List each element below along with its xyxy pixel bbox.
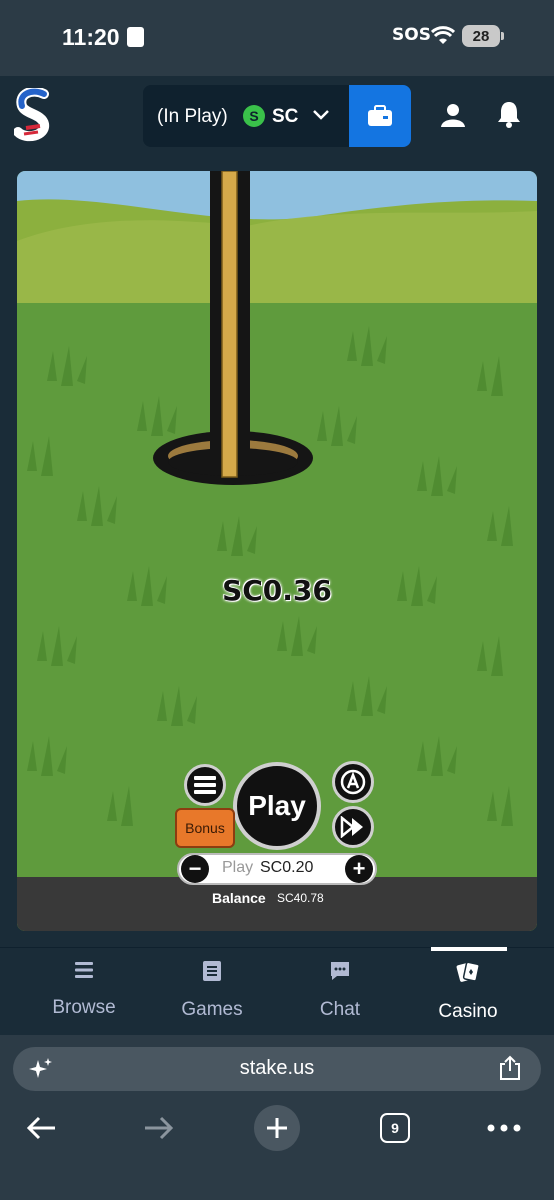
back-arrow-icon[interactable]	[24, 1112, 58, 1144]
nav-browse[interactable]: Browse	[15, 960, 153, 1019]
more-options-icon[interactable]	[486, 1118, 522, 1138]
tab-count: 9	[391, 1120, 399, 1136]
bell-icon[interactable]	[496, 100, 522, 133]
sc-coin-icon: S	[243, 105, 265, 127]
chat-icon	[331, 962, 349, 980]
chevron-down-icon[interactable]	[312, 108, 330, 126]
nav-games-label: Games	[181, 999, 243, 1020]
wallet-state-label: (In Play)	[157, 106, 228, 127]
nav-games[interactable]: Games	[143, 960, 281, 1021]
nav-casino-label: Casino	[438, 1001, 498, 1022]
tabs-button[interactable]: 9	[380, 1113, 410, 1143]
battery-tip-icon	[501, 32, 504, 40]
plus-icon	[267, 1118, 287, 1138]
user-icon[interactable]	[440, 102, 466, 133]
currency-label: SC	[272, 106, 299, 127]
balance-label: Balance	[212, 890, 266, 906]
forward-arrow-icon[interactable]	[142, 1112, 176, 1144]
stake-s-logo-icon[interactable]	[13, 86, 52, 147]
autoplay-button[interactable]	[332, 761, 374, 803]
wifi-icon	[430, 26, 456, 51]
fast-forward-icon	[340, 816, 363, 838]
increase-bet-button[interactable]: +	[345, 855, 373, 883]
bonus-button[interactable]: Bonus	[175, 808, 235, 848]
battery-indicator: 28	[462, 25, 500, 47]
turbo-button[interactable]	[332, 806, 374, 848]
play-button[interactable]: Play	[233, 762, 321, 850]
nav-casino[interactable]: Casino	[399, 960, 537, 1023]
cards-icon	[456, 961, 480, 982]
hamburger-icon	[194, 776, 216, 794]
autoplay-icon	[340, 769, 366, 795]
id-card-icon	[127, 27, 144, 47]
url-text: stake.us	[239, 1057, 315, 1079]
clock: 11:20	[62, 24, 120, 50]
wallet-button[interactable]	[349, 85, 411, 147]
active-tab-indicator	[431, 947, 507, 951]
sos-indicator: SOS	[392, 25, 431, 45]
bet-value: SC0.20	[260, 859, 314, 876]
wallet-icon	[368, 105, 392, 126]
new-tab-button[interactable]	[254, 1105, 300, 1151]
games-icon	[203, 961, 221, 981]
game-menu-button[interactable]	[184, 764, 226, 806]
bet-label: Play	[222, 859, 254, 876]
nav-chat[interactable]: Chat	[271, 960, 409, 1021]
nav-chat-label: Chat	[319, 999, 361, 1020]
balance-value: SC40.78	[277, 891, 324, 905]
nav-browse-label: Browse	[52, 997, 116, 1018]
win-amount: SC0.36	[222, 574, 332, 607]
decrease-bet-button[interactable]: −	[181, 855, 209, 883]
menu-icon	[75, 962, 93, 978]
share-icon[interactable]	[498, 1055, 522, 1086]
